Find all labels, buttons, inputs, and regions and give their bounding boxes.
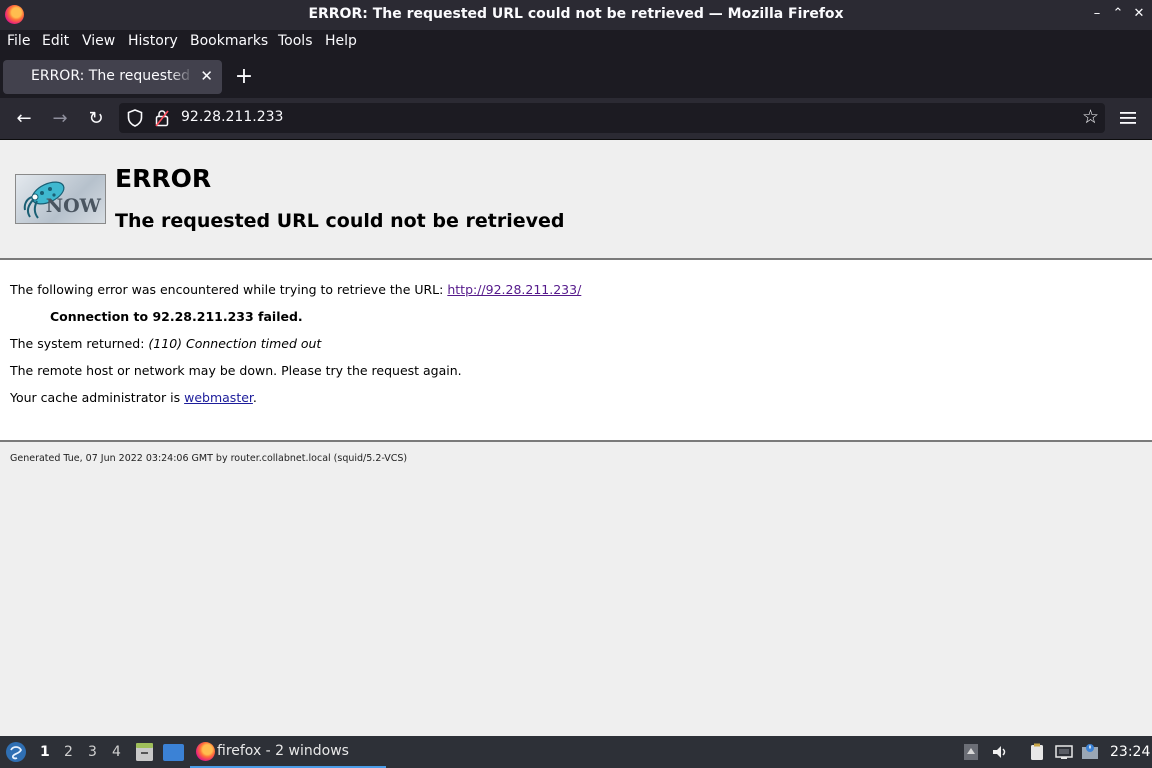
error-details: The following error was encountered whil…: [0, 260, 1152, 442]
workspace-2[interactable]: 2: [64, 744, 73, 760]
menu-history[interactable]: History: [128, 33, 178, 49]
error-line-url-text: The following error was encountered whil…: [10, 282, 448, 297]
generated-footer: Generated Tue, 07 Jun 2022 03:24:06 GMT …: [10, 453, 408, 464]
firefox-taskbar-icon: [196, 742, 215, 761]
webmaster-link[interactable]: webmaster: [184, 390, 253, 405]
cache-admin-period: .: [252, 390, 257, 405]
url-text[interactable]: 92.28.211.233: [181, 109, 283, 125]
menu-help[interactable]: Help: [325, 33, 357, 49]
workspace-4[interactable]: 4: [112, 744, 121, 760]
remote-host-text: The remote host or network may be down. …: [10, 363, 462, 378]
menubar: File Edit View History Bookmarks Tools H…: [0, 30, 1152, 54]
error-header: NOW ERROR The requested URL could not be…: [0, 140, 1152, 260]
url-bar[interactable]: 92.28.211.233 ☆: [119, 103, 1105, 133]
system-returned-line: The system returned: (110) Connection ti…: [10, 336, 321, 351]
page-content: NOW ERROR The requested URL could not be…: [0, 140, 1152, 736]
taskbar-firefox-task[interactable]: firefox - 2 windows: [190, 736, 386, 768]
system-error-text: (110) Connection timed out: [148, 336, 322, 351]
cache-admin-line: Your cache administrator is webmaster.: [10, 390, 257, 405]
minimize-icon[interactable]: –: [1088, 5, 1106, 23]
tab-strip: ERROR: The requested URL could not be re…: [0, 54, 1152, 98]
bookmark-star-icon[interactable]: ☆: [1082, 106, 1099, 128]
back-arrow-icon[interactable]: ←: [12, 107, 36, 131]
connection-failed-text: Connection to 92.28.211.233 failed.: [50, 309, 303, 324]
failed-url-link[interactable]: http://92.28.211.233/: [447, 282, 581, 297]
show-desktop-icon[interactable]: [163, 744, 184, 761]
logo-text: NOW: [45, 195, 101, 217]
reload-icon[interactable]: ↻: [84, 107, 108, 131]
window-titlebar: ERROR: The requested URL could not be re…: [0, 0, 1152, 30]
forward-arrow-icon[interactable]: →: [48, 107, 72, 131]
tab-active[interactable]: ERROR: The requested URL could not be re…: [3, 60, 222, 94]
clipboard-icon[interactable]: [1028, 743, 1046, 761]
menu-edit[interactable]: Edit: [42, 33, 69, 49]
tab-close-icon[interactable]: ✕: [200, 67, 213, 85]
tray-up-icon[interactable]: [962, 743, 980, 761]
nav-bar: ← → ↻ 92.28.211.233 ☆: [0, 98, 1152, 140]
workspace-1[interactable]: 1: [40, 744, 50, 760]
volume-icon[interactable]: [991, 743, 1009, 761]
clock: 23:24: [1110, 744, 1151, 760]
hamburger-menu-icon[interactable]: [1118, 108, 1138, 128]
taskbar: 1 2 3 4 firefox - 2 windows 23:24: [0, 736, 1152, 768]
file-manager-icon[interactable]: [135, 742, 154, 762]
insecure-lock-icon[interactable]: [155, 109, 169, 127]
window-title: ERROR: The requested URL could not be re…: [308, 6, 844, 22]
workspace-3[interactable]: 3: [88, 744, 97, 760]
menu-tools[interactable]: Tools: [278, 33, 313, 49]
error-heading: ERROR: [115, 164, 212, 193]
network-icon[interactable]: [1055, 743, 1073, 761]
system-returned-label: The system returned:: [10, 336, 149, 351]
maximize-icon[interactable]: ⌃: [1109, 5, 1127, 23]
menu-bookmarks[interactable]: Bookmarks: [190, 33, 268, 49]
menu-file[interactable]: File: [7, 33, 30, 49]
task-label: firefox - 2 windows: [217, 743, 349, 759]
menu-view[interactable]: View: [82, 33, 115, 49]
squid-logo: NOW: [15, 174, 106, 224]
error-subheading: The requested URL could not be retrieved: [115, 210, 565, 232]
new-tab-icon[interactable]: +: [233, 64, 255, 90]
error-line-url: The following error was encountered whil…: [10, 282, 581, 297]
close-icon[interactable]: ✕: [1130, 5, 1148, 23]
tab-title: ERROR: The requested URL could not be re…: [31, 68, 194, 84]
shield-icon[interactable]: [127, 109, 143, 127]
start-menu-icon[interactable]: [5, 741, 27, 763]
notification-icon[interactable]: [1081, 743, 1099, 761]
cache-admin-label: Your cache administrator is: [10, 390, 185, 405]
